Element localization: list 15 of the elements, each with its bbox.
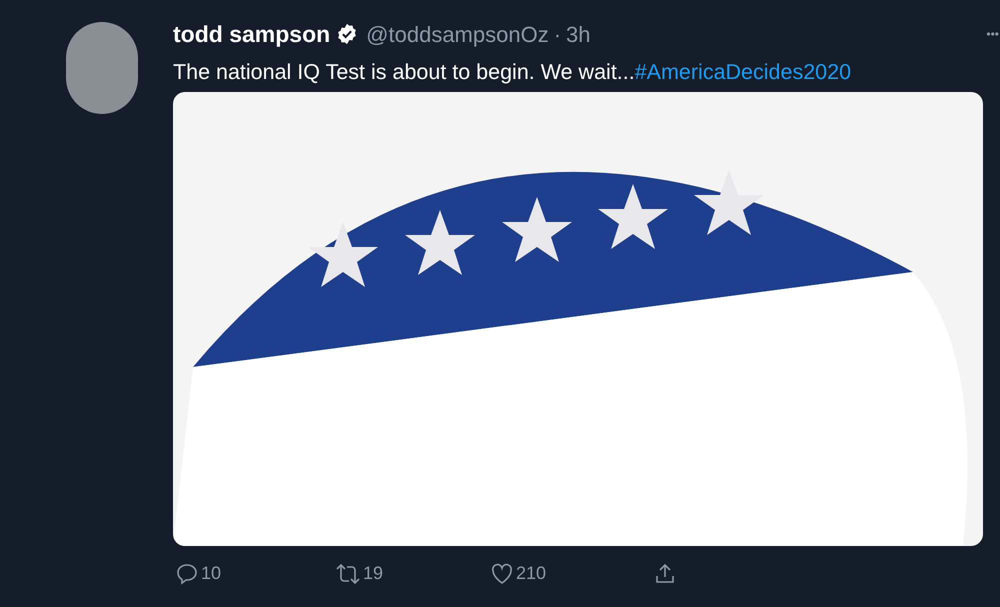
action-count: 10 [201, 562, 222, 585]
tweet-text: The national IQ Test is about to begin. We wait...#AmericaDecides2020 [173, 59, 852, 86]
share-icon[interactable] [653, 562, 677, 586]
hashtag-link[interactable]: #AmericaDecides2020 [634, 60, 852, 84]
action-count: 210 [516, 562, 546, 585]
separator: · [554, 20, 562, 48]
reply-icon[interactable] [175, 562, 199, 586]
retweet-icon[interactable] [335, 562, 361, 586]
timestamp[interactable]: 3h [566, 18, 591, 50]
action-count: 19 [363, 562, 384, 585]
badge-photo[interactable] [173, 92, 983, 546]
heart-icon[interactable] [490, 562, 514, 586]
user-name[interactable]: todd sampson [173, 16, 330, 52]
more-button[interactable]: ••• [986, 25, 999, 43]
user-handle: @toddsampsonOz [366, 20, 549, 49]
